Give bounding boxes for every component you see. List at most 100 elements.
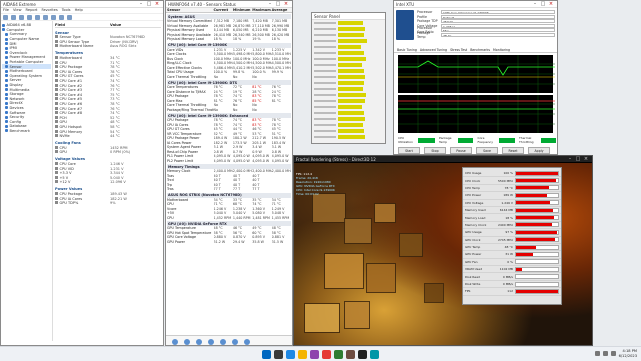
xtu-button-apply[interactable]: Apply <box>528 147 550 154</box>
menu-report[interactable]: Report <box>26 8 38 13</box>
list-row[interactable]: GPU Sensor Type Driver (NV-DRV) <box>55 39 161 45</box>
driver-update-icon[interactable] <box>67 15 72 20</box>
xtu-button-pause[interactable]: Pause <box>450 147 472 154</box>
sensor-row[interactable]: Package/Ring Thermal ThrottlingNoNoNo <box>167 108 291 113</box>
list-row[interactable]: CPU Core #2 76 °C <box>55 83 161 88</box>
list-row[interactable]: GPU Memory 54 °C <box>55 129 161 134</box>
volume-icon[interactable] <box>610 351 616 356</box>
col-sensor[interactable]: Sensor <box>167 8 214 12</box>
maximize-icon[interactable]: □ <box>539 1 547 7</box>
sensor-row[interactable]: Physical Memory Load 18 % 18 % 19 % 18 % <box>167 37 291 42</box>
list-row[interactable]: CPU Core #5 73 °C <box>55 97 161 102</box>
hwinfo-titlebar[interactable]: HWiNFO64 v7.40 - Sensors Status – □ × <box>166 1 292 8</box>
col-average[interactable]: Average <box>272 8 291 12</box>
list-row[interactable]: NVMe 44 °C <box>55 134 161 139</box>
minimize-icon[interactable]: – <box>531 1 539 7</box>
forward-icon[interactable] <box>11 15 16 20</box>
xtu-tab[interactable]: Stress Test <box>450 48 467 52</box>
list-row[interactable]: CPU Package 189.43 W <box>55 191 161 197</box>
task-view-icon[interactable] <box>286 350 295 359</box>
xtu-button-save[interactable]: Save <box>476 147 498 154</box>
list-row[interactable]: CPU Package 78 °C <box>55 65 161 70</box>
list-row[interactable]: Motherboard 34 °C <box>55 56 161 61</box>
network-icon[interactable] <box>602 351 608 356</box>
maximize-icon[interactable]: □ <box>274 1 282 7</box>
close-icon[interactable]: × <box>153 1 161 7</box>
maximize-icon[interactable]: □ <box>574 156 582 162</box>
refresh-icon[interactable] <box>27 15 32 20</box>
xtu-button-stop[interactable]: Stop <box>424 147 446 154</box>
list-row[interactable]: +3.3 V 3.344 V <box>55 171 161 176</box>
chart-icon[interactable] <box>43 15 48 20</box>
xtu-tab[interactable]: Advanced Tuning <box>420 48 447 52</box>
tree-item[interactable]: Power Management <box>2 55 51 60</box>
back-icon[interactable] <box>172 338 178 345</box>
xtu-field-value[interactable]: 13th Gen Intel Core i9-13900K <box>441 10 555 15</box>
list-row[interactable]: CPU IA Cores 78 °C <box>55 69 161 75</box>
aida64-titlebar[interactable]: AIDA64 Extreme – □ × <box>1 1 163 8</box>
menu-file[interactable]: File <box>3 8 9 13</box>
xtu-tab[interactable]: Monitoring <box>493 48 510 52</box>
file-explorer-icon[interactable] <box>298 350 307 359</box>
list-row[interactable]: CPU VID 1.231 V <box>55 166 161 171</box>
xtu-button-reset[interactable]: Reset <box>502 147 524 154</box>
list-row[interactable]: GPU 48 °C <box>55 120 161 125</box>
minimize-icon[interactable]: – <box>137 1 145 7</box>
app-icon[interactable] <box>322 350 331 359</box>
list-row[interactable]: CPU Core #8 74 °C <box>55 111 161 116</box>
menu-favorites[interactable]: Favorites <box>41 8 57 13</box>
settings-icon[interactable] <box>220 338 226 345</box>
close-icon[interactable]: × <box>582 156 590 162</box>
clock-icon[interactable] <box>196 338 202 345</box>
list-row[interactable]: GPU 0 RPM (0%) <box>55 150 161 155</box>
col-value[interactable]: Value <box>110 23 121 27</box>
sensor-row[interactable]: Tras 77 T 77 T 77 T <box>167 187 291 192</box>
col-maximum[interactable]: Maximum <box>252 8 271 12</box>
list-row[interactable]: CPU GT Cores 45 °C <box>55 74 161 79</box>
tree-item[interactable]: Benchmark <box>2 129 51 134</box>
list-row[interactable]: CPU IA Cores 182.21 W <box>55 196 161 201</box>
app-icon[interactable] <box>334 350 343 359</box>
fractal-titlebar[interactable]: Fractal Rendering (Stress) - Direct3D 12… <box>294 156 592 163</box>
app-icon[interactable] <box>358 350 367 359</box>
col-minimum[interactable]: Minimum <box>233 8 252 12</box>
up-icon[interactable] <box>19 15 24 20</box>
list-row[interactable]: CPU Core 1.246 V <box>55 161 161 167</box>
list-row[interactable]: CPU 71 °C <box>55 60 161 65</box>
col-field[interactable]: Field <box>55 23 110 27</box>
sensor-row[interactable]: PL2 Power Limit 4,095.0 W 4,095.0 W 4,095.0… <box>167 159 291 164</box>
xtu-field-value[interactable]: 78 °C <box>441 32 555 37</box>
chevron-up-icon[interactable] <box>594 351 600 356</box>
list-row[interactable]: CPU Core #1 74 °C <box>55 79 161 84</box>
list-row[interactable]: GPU TDP% 9% <box>55 201 161 206</box>
list-row[interactable]: GPU Hotspot 58 °C <box>55 124 161 130</box>
reset-icon[interactable] <box>232 338 238 345</box>
xtu-field-value[interactable]: 1.246 V <box>441 23 555 28</box>
list-row[interactable]: CPU Core #7 76 °C <box>55 106 161 111</box>
list-row[interactable]: CPU Core #4 75 °C <box>55 92 161 98</box>
app-icon[interactable] <box>310 350 319 359</box>
col-current[interactable]: Current <box>214 8 233 12</box>
sensor-row[interactable]: CPU 1,452 RPM 1,440 RPM 1,481 RPM 1,455 RPM <box>167 216 291 221</box>
app-icon[interactable] <box>370 350 379 359</box>
xtu-tab[interactable]: Basic Tuning <box>397 48 417 52</box>
bios-update-icon[interactable] <box>59 15 64 20</box>
list-row[interactable]: Sensor Type Nuvoton NCT6798D <box>55 35 161 40</box>
menu-tools[interactable]: Tools <box>62 8 71 13</box>
search-icon[interactable] <box>274 350 283 359</box>
list-row[interactable]: CPU 1452 RPM <box>55 145 161 150</box>
app-icon[interactable] <box>346 350 355 359</box>
close-icon[interactable] <box>244 338 250 345</box>
xtu-button-start[interactable]: Start <box>398 147 420 154</box>
list-row[interactable]: +12 V 12.096 V <box>55 180 161 185</box>
xtu-field-value[interactable]: Default <box>441 14 555 19</box>
report-icon[interactable] <box>208 338 214 345</box>
xtu-titlebar[interactable]: Intel XTU – □ × <box>394 1 557 8</box>
minimize-icon[interactable]: – <box>566 156 574 162</box>
list-row[interactable]: CPU Core #3 77 °C <box>55 88 161 93</box>
minimize-icon[interactable]: – <box>266 1 274 7</box>
xtu-tab[interactable]: Benchmarks <box>470 48 490 52</box>
sensor-table-body[interactable]: System: ASUS Virtual Memory Committed 7,31… <box>166 13 292 335</box>
xtu-field-value[interactable]: 253 W <box>441 19 555 24</box>
list-row[interactable]: CPU Core #6 78 °C <box>55 102 161 107</box>
